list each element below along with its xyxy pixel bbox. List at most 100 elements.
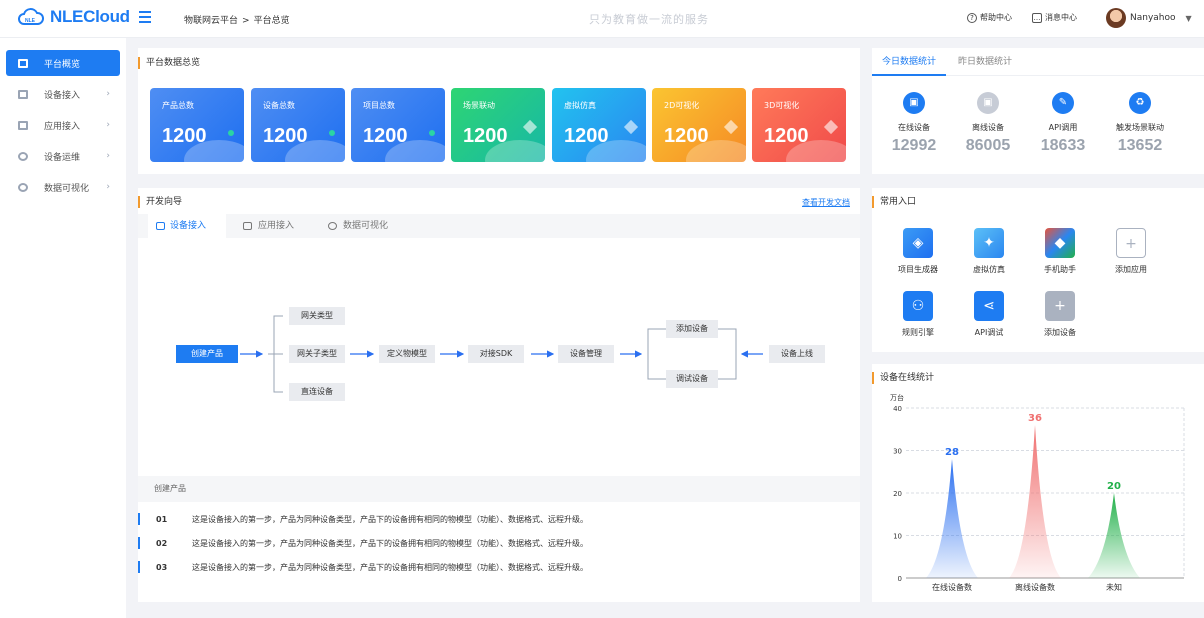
step-number: 02 [156, 538, 168, 548]
data-label: 28 [945, 447, 959, 458]
stat-label: 离线设备 [972, 123, 1004, 132]
dashboard-icon [18, 58, 28, 68]
x-tick-label: 在线设备数 [932, 582, 972, 592]
stat-value: 13652 [1117, 137, 1163, 154]
help-icon: ? [967, 12, 977, 23]
flow-debug-device[interactable]: 调试设备 [666, 370, 718, 388]
y-tick-label: 0 [898, 575, 902, 583]
user-menu[interactable]: Nanyahoo ▼ [1106, 8, 1192, 28]
folder-icon [18, 120, 28, 130]
flow-add-device[interactable]: 添加设备 [666, 320, 718, 338]
step-number: 03 [156, 562, 168, 572]
monitor-icon: ▣ [903, 92, 925, 114]
stat-tile[interactable]: 产品总数 1200 [150, 88, 244, 162]
flow-integrate-sdk[interactable]: 对接SDK [468, 345, 524, 363]
chevron-right-icon: › [106, 89, 110, 99]
dev-guide-card: 开发向导 查看开发文档 设备接入 应用接入 数据可视化 创建产品 网关类型 网关… [138, 188, 860, 602]
network-icon: ✦ [974, 228, 1004, 258]
step-text: 这是设备接入的第一步，产品为同种设备类型，产品下的设备拥有相同的物模型（功能）、… [192, 514, 588, 524]
stat-tile-label: 场景联动 [463, 101, 495, 110]
stat-tile[interactable]: 2D可视化 1200 [652, 88, 746, 162]
entry-label: 项目生成器 [898, 265, 938, 274]
status-dot-icon [228, 130, 234, 136]
sidebar-item-overview[interactable]: 平台概览 [6, 50, 120, 76]
cube-icon [522, 119, 538, 135]
flow-create-product[interactable]: 创建产品 [176, 345, 238, 363]
entry-label: 添加设备 [1044, 328, 1076, 337]
stat-tile[interactable]: 项目总数 1200 [351, 88, 445, 162]
stat-offline-devices: ▣ 离线设备 86005 [948, 92, 1028, 155]
entry-label: 规则引擎 [902, 328, 934, 337]
sidebar-item-label: 设备接入 [44, 90, 81, 101]
entry-label: 虚拟仿真 [973, 265, 1005, 274]
online-devices-chart: 万台 0 10 20 30 40 28 在线设备数 36 离线设备数 20 未知 [890, 393, 1185, 592]
stat-tile[interactable]: 设备总数 1200 [251, 88, 345, 162]
flow-gateway-subtype[interactable]: 网关子类型 [289, 345, 345, 363]
chevron-right-icon: › [106, 182, 110, 192]
breadcrumb-item: 平台总览 [253, 16, 290, 26]
flow-device-management[interactable]: 设备管理 [558, 345, 614, 363]
y-tick-label: 10 [893, 533, 902, 541]
step-text: 这是设备接入的第一步，产品为同种设备类型，产品下的设备拥有相同的物模型（功能）、… [192, 562, 588, 572]
sidebar-item-device-ops[interactable]: 设备运维 › [6, 143, 120, 169]
sidebar-item-app-access[interactable]: 应用接入 › [6, 112, 120, 138]
status-dot-icon [329, 130, 335, 136]
entry-mobile-assistant[interactable]: ◆ 手机助手 [1030, 228, 1090, 275]
plus-icon: + [1045, 291, 1075, 321]
logo[interactable]: NLE NLECloud [18, 7, 130, 27]
entry-add-app[interactable]: + 添加应用 [1101, 228, 1161, 275]
stat-tile-label: 2D可视化 [664, 101, 700, 110]
recycle-icon: ♻ [1129, 92, 1151, 114]
entry-rule-engine[interactable]: ⚇ 规则引擎 [888, 291, 948, 338]
tab-yesterday-stats[interactable]: 昨日数据统计 [948, 48, 1022, 76]
stat-tile[interactable]: 虚拟仿真 1200 [552, 88, 646, 162]
message-center-link[interactable]: … 消息中心 [1032, 12, 1077, 23]
breadcrumb-item[interactable]: 物联网云平台 [184, 16, 238, 26]
step-number: 01 [156, 514, 168, 524]
step-marker [138, 561, 140, 573]
monitor-off-icon: ▣ [977, 92, 999, 114]
sidebar-item-label: 数据可视化 [44, 183, 90, 194]
cube-icon [723, 119, 739, 135]
entries-title: 常用入口 [872, 196, 916, 208]
today-stats-card: 今日数据统计 昨日数据统计 ▣ 在线设备 12992 ▣ 离线设备 86005 … [872, 48, 1204, 174]
flow-device-online[interactable]: 设备上线 [769, 345, 825, 363]
svg-text:NLE: NLE [25, 18, 36, 24]
common-entries-card: 常用入口 ◈ 项目生成器 ✦ 虚拟仿真 ◆ 手机助手 + 添加应用 ⚇ 规则引擎… [872, 188, 1204, 352]
help-center-link[interactable]: ? 帮助中心 [967, 12, 1012, 23]
sidebar-item-label: 平台概览 [44, 59, 81, 70]
menu-toggle-icon[interactable] [139, 11, 151, 25]
sidebar-item-label: 应用接入 [44, 121, 81, 132]
flow-direct-device[interactable]: 直连设备 [289, 383, 345, 401]
overview-card: 平台数据总览 产品总数 1200 设备总数 1200 项目总数 1200 场景联动 1200 虚… [138, 48, 860, 174]
stat-tile-label: 设备总数 [263, 101, 295, 110]
chart-bar [1009, 425, 1061, 578]
stat-tile[interactable]: 场景联动 1200 [451, 88, 545, 162]
message-label: 消息中心 [1045, 13, 1077, 22]
api-icon: ✎ [1052, 92, 1074, 114]
stat-value: 12992 [891, 137, 937, 154]
stat-online-devices: ▣ 在线设备 12992 [874, 92, 954, 155]
entry-api-debug[interactable]: ⋖ API调试 [959, 291, 1019, 338]
stat-label: API调用 [1048, 123, 1078, 132]
top-bar: NLE NLECloud 物联网云平台 > 平台总览 只为教育做一流的服务 ? 帮助… [0, 0, 1204, 38]
step-row: 02 这是设备接入的第一步，产品为同种设备类型，产品下的设备拥有相同的物模型（功… [138, 536, 588, 550]
chart-bar [926, 459, 978, 578]
tab-today-stats[interactable]: 今日数据统计 [872, 48, 947, 76]
user-icon [18, 151, 28, 161]
avatar [1106, 8, 1126, 28]
step-marker [138, 537, 140, 549]
entry-project-generator[interactable]: ◈ 项目生成器 [888, 228, 948, 275]
entry-virtual-simulation[interactable]: ✦ 虚拟仿真 [959, 228, 1019, 275]
username: Nanyahoo [1130, 13, 1176, 23]
stat-label: 触发场景联动 [1116, 123, 1164, 132]
stat-tile[interactable]: 3D可视化 1200 [752, 88, 846, 162]
sidebar-item-label: 设备运维 [44, 152, 81, 163]
entry-add-device[interactable]: + 添加设备 [1030, 291, 1090, 338]
flow-gateway-type[interactable]: 网关类型 [289, 307, 345, 325]
flow-define-model[interactable]: 定义物模型 [379, 345, 435, 363]
stat-label: 在线设备 [898, 123, 930, 132]
sidebar-item-visualization[interactable]: 数据可视化 › [6, 174, 120, 200]
sidebar-item-device-access[interactable]: 设备接入 › [6, 81, 120, 107]
list-icon [18, 89, 28, 99]
